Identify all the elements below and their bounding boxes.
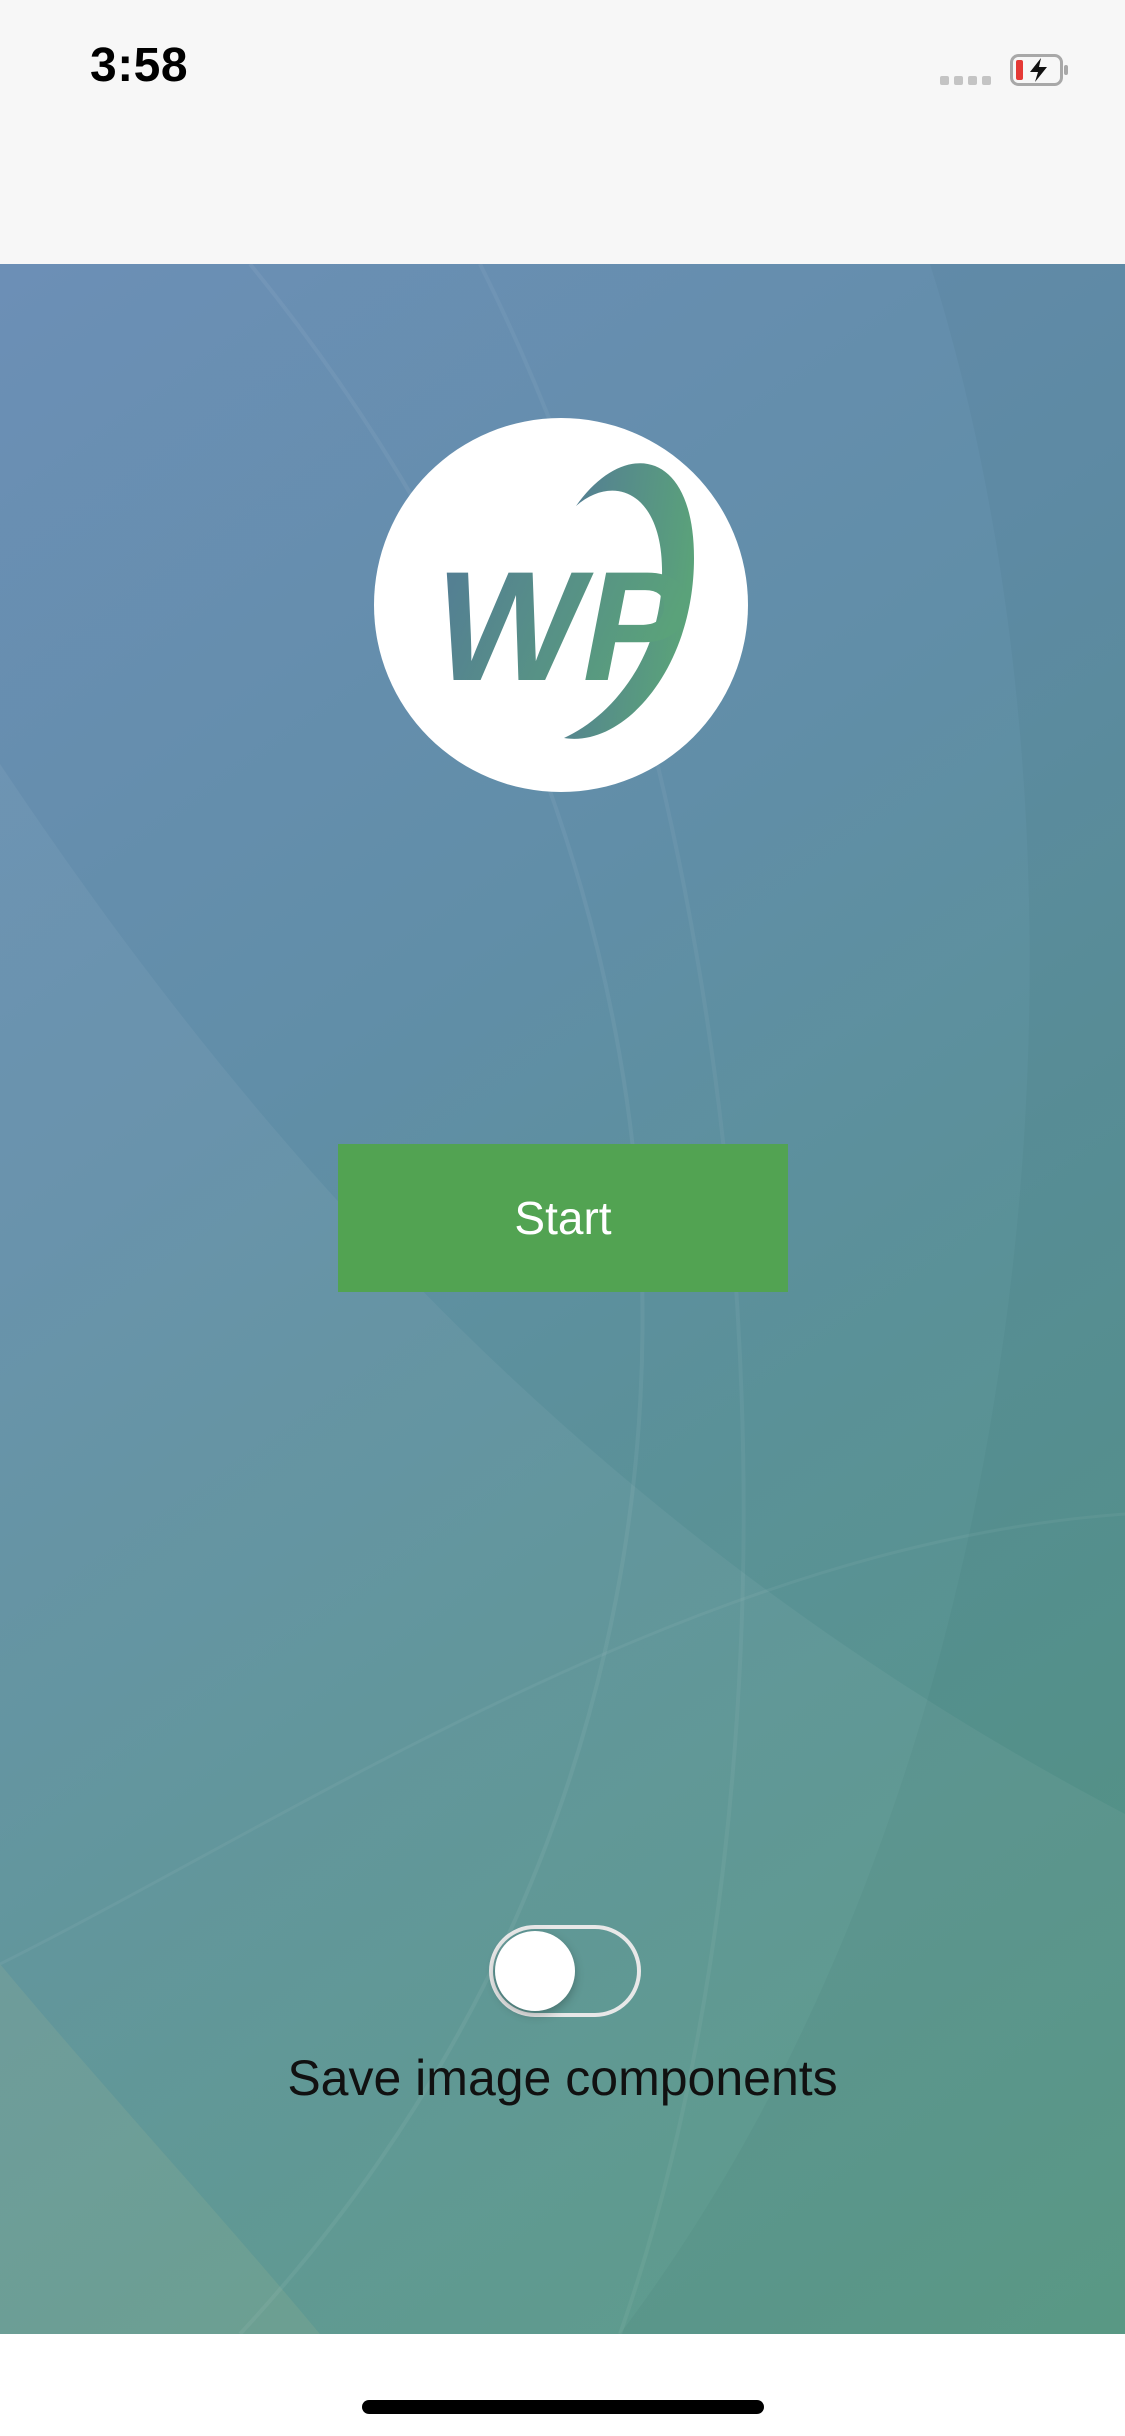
app-screen: 3:58 WP Start Save image components [0, 0, 1125, 2436]
wp-logo-icon: WP [374, 418, 748, 792]
save-components-label: Save image components [287, 2050, 838, 2106]
home-indicator[interactable] [362, 2400, 764, 2414]
status-time: 3:58 [90, 39, 189, 92]
main-content: WP Start Save image components [0, 264, 1125, 2334]
signal-dots-icon [940, 76, 992, 86]
toggle-knob [495, 1931, 575, 2011]
bottom-safe-area [0, 2334, 1125, 2436]
start-button[interactable]: Start [338, 1144, 788, 1292]
battery-charging-icon [1010, 54, 1070, 86]
status-bar: 3:58 [0, 0, 1125, 264]
save-components-toggle[interactable] [489, 1925, 641, 2017]
logo-text: WP [435, 540, 687, 714]
